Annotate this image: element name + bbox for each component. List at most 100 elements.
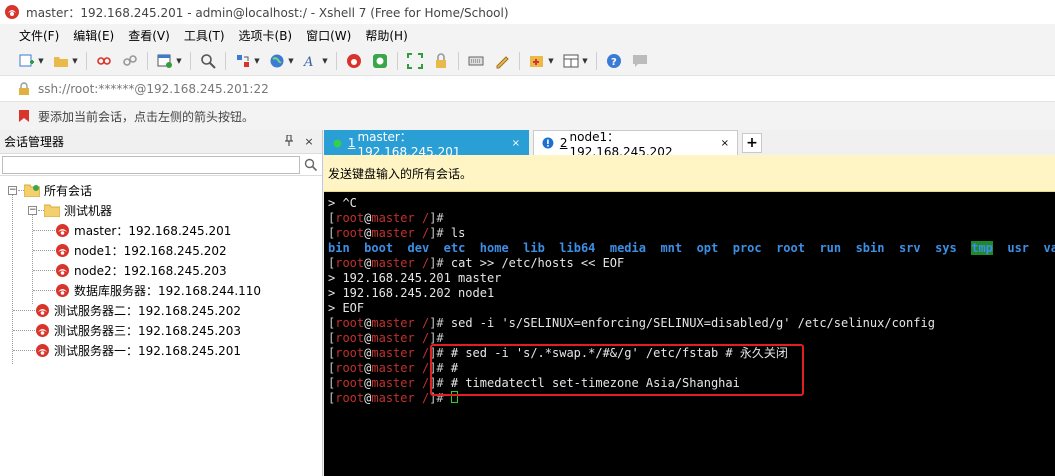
tree-session-label: 测试服务器一：192.168.245.201: [54, 343, 242, 358]
menu-help[interactable]: 帮助(H): [358, 27, 414, 44]
tree-session-test-server-2[interactable]: 测试服务器二：192.168.245.202: [0, 300, 322, 320]
tree-session-label: node1：192.168.245.202: [74, 243, 227, 258]
session-icon: [56, 223, 69, 237]
lock-icon[interactable]: [432, 52, 450, 70]
toolbar-divider: [190, 51, 191, 70]
toolbar-divider: [397, 51, 398, 70]
tree-session-label: 测试服务器三：192.168.245.203: [54, 323, 242, 338]
fullscreen-icon[interactable]: [406, 52, 424, 70]
tree-session-master[interactable]: master：192.168.245.201: [0, 220, 322, 240]
font-icon[interactable]: A: [302, 52, 320, 70]
chevron-down-icon[interactable]: ▼: [322, 52, 328, 70]
menu-window[interactable]: 窗口(W): [299, 27, 358, 44]
tree-session-node2[interactable]: node2：192.168.245.203: [0, 260, 322, 280]
tree-group-label: 测试机器: [64, 203, 113, 218]
session-tab-bar: 1 master：192.168.245.201 × 2 node1：192.1…: [324, 130, 1055, 159]
script-icon[interactable]: [493, 52, 511, 70]
terminal-line: > EOF: [328, 301, 365, 315]
toolbar-divider: [86, 51, 87, 70]
annotation-highlight-box: [430, 344, 804, 396]
connect-icon[interactable]: [95, 52, 113, 70]
menu-edit[interactable]: 编辑(E): [66, 27, 121, 44]
open-folder-icon[interactable]: [52, 52, 70, 70]
close-icon[interactable]: ×: [302, 135, 316, 148]
tree-session-label: 测试服务器二：192.168.245.202: [54, 303, 242, 318]
tree-session-node1[interactable]: node1：192.168.245.202: [0, 240, 322, 260]
connected-status-icon: [333, 139, 342, 147]
collapse-icon[interactable]: −: [8, 185, 17, 195]
terminal-line: > ^C: [328, 196, 357, 210]
properties-icon[interactable]: [156, 52, 174, 70]
toolbar-divider: [225, 51, 226, 70]
xftp-icon[interactable]: [371, 52, 389, 70]
title-bar: master：192.168.245.201 - admin@localhost…: [0, 0, 1055, 24]
toolbar-divider: [519, 51, 520, 70]
toolbar-divider: [336, 51, 337, 70]
bookmark-icon[interactable]: [18, 109, 30, 123]
session-search-input[interactable]: [2, 155, 300, 174]
menu-file[interactable]: 文件(F): [12, 27, 66, 44]
menu-tabs[interactable]: 选项卡(B): [232, 27, 300, 44]
folder-icon: [24, 184, 40, 197]
tree-session-database[interactable]: 数据库服务器：192.168.244.110: [0, 280, 322, 300]
find-icon[interactable]: [199, 52, 217, 70]
disconnect-icon[interactable]: [121, 52, 139, 70]
globe-icon[interactable]: [268, 52, 286, 70]
tab-number: 2: [559, 136, 568, 150]
menu-tools[interactable]: 工具(T): [177, 27, 232, 44]
terminal-prompt-line: [root@master /]# cat >> /etc/hosts << EO…: [328, 256, 625, 270]
transfer-icon[interactable]: [234, 52, 252, 70]
hint-bar: 要添加当前会话，点击左侧的箭头按钮。: [0, 102, 1055, 130]
add-tab-button[interactable]: +: [742, 133, 762, 153]
folder-icon: [44, 204, 60, 217]
tree-guide: [13, 349, 35, 351]
tree-root-label: 所有会话: [44, 183, 93, 198]
session-icon: [36, 343, 49, 357]
address-value[interactable]: ssh://root:******@192.168.245.201:22: [38, 82, 269, 96]
close-icon[interactable]: ×: [721, 138, 729, 149]
chevron-down-icon[interactable]: ▼: [72, 52, 78, 70]
session-icon: [56, 243, 69, 257]
chevron-down-icon[interactable]: ▼: [288, 52, 294, 70]
session-manager-header: 会话管理器 ×: [0, 130, 322, 154]
tree-session-test-server-1[interactable]: 测试服务器一：192.168.245.201: [0, 340, 322, 360]
terminal-prompt-line: [root@master /]# sed -i 's/SELINUX=enfor…: [328, 316, 935, 330]
tab-number: 1: [347, 136, 356, 150]
svg-text:A: A: [303, 55, 313, 69]
collapse-icon[interactable]: −: [28, 205, 37, 215]
pin-icon[interactable]: [282, 134, 296, 149]
session-icon: [36, 323, 49, 337]
chevron-down-icon[interactable]: ▼: [582, 52, 588, 70]
tree-root-all-sessions[interactable]: − 所有会话: [0, 180, 322, 200]
menu-view[interactable]: 查看(V): [121, 27, 177, 44]
tree-group-test-machines[interactable]: − 测试机器: [0, 200, 322, 220]
svg-text:?: ?: [611, 57, 617, 68]
tab-master[interactable]: 1 master：192.168.245.201 ×: [324, 130, 529, 159]
tree-guide: [33, 229, 55, 231]
banner-text: 发送键盘输入的所有会话。: [328, 166, 473, 181]
chevron-down-icon[interactable]: ▼: [254, 52, 260, 70]
close-icon[interactable]: ×: [512, 138, 520, 149]
chevron-down-icon[interactable]: ▼: [548, 52, 554, 70]
chevron-down-icon[interactable]: ▼: [38, 52, 44, 70]
xshell-icon[interactable]: [345, 52, 363, 70]
window-title: master：192.168.245.201 - admin@localhost…: [26, 5, 509, 20]
tab-node1[interactable]: 2 node1：192.168.245.202 ×: [533, 130, 738, 159]
tree-session-test-server-3[interactable]: 测试服务器三：192.168.245.203: [0, 320, 322, 340]
toolbar-divider: [596, 51, 597, 70]
search-icon[interactable]: [300, 156, 320, 174]
toolbar-divider: [458, 51, 459, 70]
address-bar[interactable]: ssh://root:******@192.168.245.201:22: [0, 76, 1055, 102]
chevron-down-icon[interactable]: ▼: [176, 52, 182, 70]
session-tree: − 所有会话 − 测试机器 master：192.168.245.201 nod…: [0, 176, 322, 364]
keyboard-icon[interactable]: [467, 52, 485, 70]
new-session-icon[interactable]: [18, 52, 36, 70]
tree-guide: [18, 189, 24, 191]
help-icon[interactable]: ?: [605, 52, 623, 70]
terminal-line: > 192.168.245.202 node1: [328, 286, 495, 300]
layout-icon[interactable]: [562, 52, 580, 70]
chat-icon[interactable]: [631, 52, 649, 70]
add-icon[interactable]: [528, 52, 546, 70]
terminal[interactable]: > ^C [root@master /]# [root@master /]# l…: [324, 192, 1055, 476]
terminal-prompt-line: [root@master /]#: [328, 211, 444, 225]
